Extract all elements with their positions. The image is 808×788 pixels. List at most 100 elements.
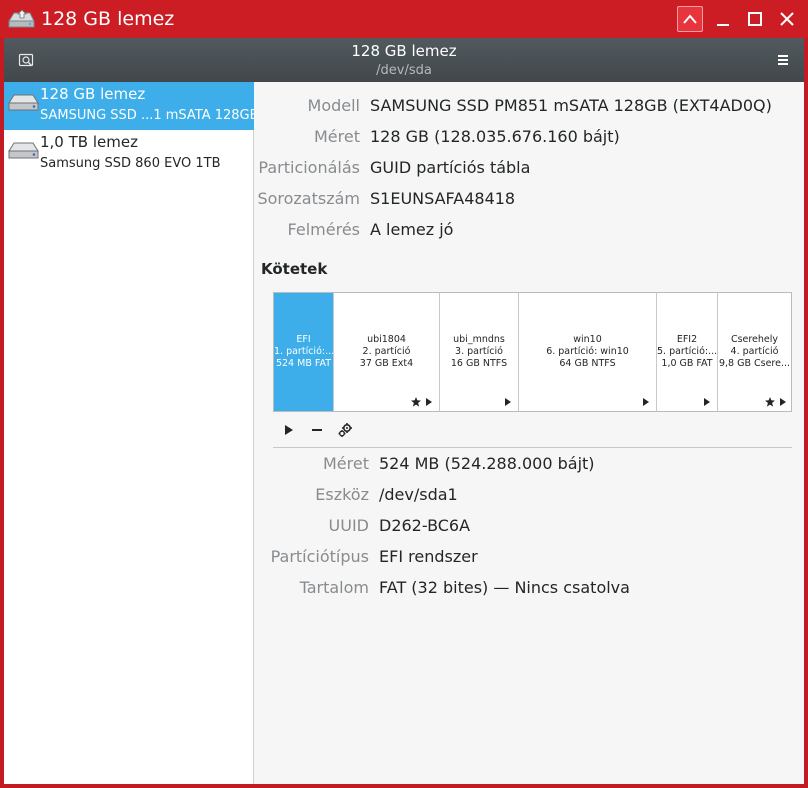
play-icon [643, 398, 649, 406]
drive-item-128gb[interactable]: 128 GB lemez SAMSUNG SSD ...1 mSATA 128G… [4, 82, 259, 130]
keep-above-button[interactable] [677, 6, 703, 32]
volume-name: win10 [573, 334, 602, 345]
partition-uuid-row: UUID D262-BC6A [255, 516, 804, 536]
delete-partition-icon [312, 429, 322, 431]
delete-partition-button[interactable] [307, 420, 327, 440]
partition-uuid-value: D262-BC6A [379, 516, 471, 535]
star-play-icon [411, 397, 432, 407]
close-button[interactable] [774, 6, 800, 32]
volume-size-fs: 1,0 GB FAT [661, 358, 713, 369]
partition-content-value: FAT (32 bites) — Nincs csatolva [379, 578, 630, 597]
drive-name: 128 GB lemez [40, 85, 146, 103]
close-icon [780, 12, 794, 26]
minimize-button[interactable] [710, 6, 736, 32]
disk-model-row: Modell SAMSUNG SSD PM851 mSATA 128GB (EX… [255, 96, 804, 116]
disk-details-panel: Modell SAMSUNG SSD PM851 mSATA 128GB (EX… [255, 82, 804, 784]
volume-size-fs: 37 GB Ext4 [359, 358, 414, 369]
volumes-heading: Kötetek [261, 260, 328, 278]
volume-size-fs: 524 MB FAT [275, 358, 332, 369]
volume-partition: 6. partíció: win10 [546, 346, 629, 357]
minimize-icon [717, 24, 729, 26]
volume-partition: 2. partíció [362, 346, 411, 357]
disk-size-label: Méret [314, 127, 360, 146]
volume-name: EFI2 [676, 334, 698, 345]
window-title: 128 GB lemez [41, 8, 175, 30]
disk-partitioning-label: Particionálás [258, 158, 360, 177]
partition-device-value: /dev/sda1 [379, 485, 458, 504]
volume-ubi-mndns[interactable]: ubi_mndns 3. partíció 16 GB NTFS [440, 293, 519, 411]
keep-above-icon [683, 14, 697, 24]
volume-size-fs: 9,8 GB Csere... [718, 358, 791, 369]
volume-efi2[interactable]: EFI2 5. partíció:... 1,0 GB FAT [657, 293, 718, 411]
disk-serial-row: Sorozatszám S1EUNSAFA48418 [255, 189, 804, 209]
partition-content-label: Tartalom [299, 578, 369, 597]
partition-settings-button[interactable] [335, 420, 355, 440]
disk-assessment-value: A lemez jó [370, 220, 454, 239]
volume-map: EFI 1. partíció:... 524 MB FAT ubi1804 2… [273, 292, 792, 412]
volume-toolbar [273, 420, 373, 440]
header-title: 128 GB lemez [351, 42, 457, 60]
disk-partitioning-value: GUID partíciós tábla [370, 158, 531, 177]
volume-label: ubi1804 2. partíció 37 GB Ext4 [334, 334, 439, 370]
mount-button[interactable] [279, 420, 299, 440]
window-titlebar[interactable]: 128 GB lemez [0, 0, 808, 38]
volume-size-fs: 64 GB NTFS [559, 358, 616, 369]
partition-size-row: Méret 524 MB (524.288.000 bájt) [255, 454, 804, 474]
volume-partition: 3. partíció [455, 346, 503, 357]
volume-name: EFI [296, 334, 311, 345]
maximize-icon [748, 12, 762, 26]
settings-gears-icon [338, 423, 352, 437]
drive-name: 1,0 TB lemez [40, 133, 138, 151]
volume-label: Cserehely 4. partíció 9,8 GB Csere... [718, 334, 791, 370]
play-icon [704, 398, 710, 406]
drive-harddisk-icon [8, 9, 35, 28]
mount-play-icon [285, 425, 293, 435]
partition-content-row: Tartalom FAT (32 bites) — Nincs csatolva [255, 578, 804, 598]
disk-size-row: Méret 128 GB (128.035.676.160 bájt) [255, 127, 804, 147]
header-subtitle: /dev/sda [376, 63, 432, 78]
partition-uuid-label: UUID [328, 516, 369, 535]
partition-size-value: 524 MB (524.288.000 bájt) [379, 454, 595, 473]
partition-type-row: Partíciótípus EFI rendszer [255, 547, 804, 567]
details-separator [273, 447, 792, 448]
volume-partition: 5. partíció:... [657, 346, 717, 357]
drive-list-sidebar: 128 GB lemez SAMSUNG SSD ...1 mSATA 128G… [4, 82, 259, 784]
disk-model-value: SAMSUNG SSD PM851 mSATA 128GB (EXT4AD0Q) [370, 96, 772, 115]
drive-item-1tb[interactable]: 1,0 TB lemez Samsung SSD 860 EVO 1TB [4, 130, 254, 178]
disk-serial-value: S1EUNSAFA48418 [370, 189, 516, 208]
play-icon [505, 398, 511, 406]
partition-size-label: Méret [323, 454, 369, 473]
star-play-icon [765, 397, 786, 407]
volume-efi[interactable]: EFI 1. partíció:... 524 MB FAT [274, 293, 334, 411]
disk-size-value: 128 GB (128.035.676.160 bájt) [370, 127, 620, 146]
volume-ubi1804[interactable]: ubi1804 2. partíció 37 GB Ext4 [334, 293, 440, 411]
partition-device-label: Eszköz [315, 485, 369, 504]
volume-name: ubi_mndns [453, 334, 505, 345]
partition-type-value: EFI rendszer [379, 547, 478, 566]
disk-model-label: Modell [307, 96, 360, 115]
volume-label: ubi_mndns 3. partíció 16 GB NTFS [440, 334, 518, 370]
volume-size-fs: 16 GB NTFS [450, 358, 508, 369]
drive-harddisk-icon [8, 142, 39, 159]
disk-assessment-label: Felmérés [287, 220, 360, 239]
header-bar: 128 GB lemez /dev/sda [4, 38, 804, 82]
disk-serial-label: Sorozatszám [257, 189, 360, 208]
partition-device-row: Eszköz /dev/sda1 [255, 485, 804, 505]
volume-label: EFI2 5. partíció:... 1,0 GB FAT [657, 334, 717, 370]
app-client-area: 128 GB lemez /dev/sda 128 GB lemez SAMSU… [4, 38, 804, 784]
volume-partition: 1. partíció:... [274, 346, 333, 357]
volume-cserehely[interactable]: Cserehely 4. partíció 9,8 GB Csere... [718, 293, 791, 411]
hamburger-menu-icon[interactable] [774, 52, 792, 68]
maximize-button[interactable] [742, 6, 768, 32]
volume-label: win10 6. partíció: win10 64 GB NTFS [519, 334, 656, 370]
volume-name: Cserehely [730, 334, 779, 345]
volume-label: EFI 1. partíció:... 524 MB FAT [274, 334, 333, 370]
volume-partition: 4. partíció [730, 346, 779, 357]
volume-name: ubi1804 [367, 334, 406, 345]
drive-harddisk-icon [8, 94, 39, 111]
drive-model: Samsung SSD 860 EVO 1TB [40, 156, 221, 171]
partition-type-label: Partíciótípus [270, 547, 369, 566]
drive-model: SAMSUNG SSD ...1 mSATA 128GB [40, 108, 259, 123]
disk-assessment-row: Felmérés A lemez jó [255, 220, 804, 240]
volume-win10[interactable]: win10 6. partíció: win10 64 GB NTFS [519, 293, 657, 411]
